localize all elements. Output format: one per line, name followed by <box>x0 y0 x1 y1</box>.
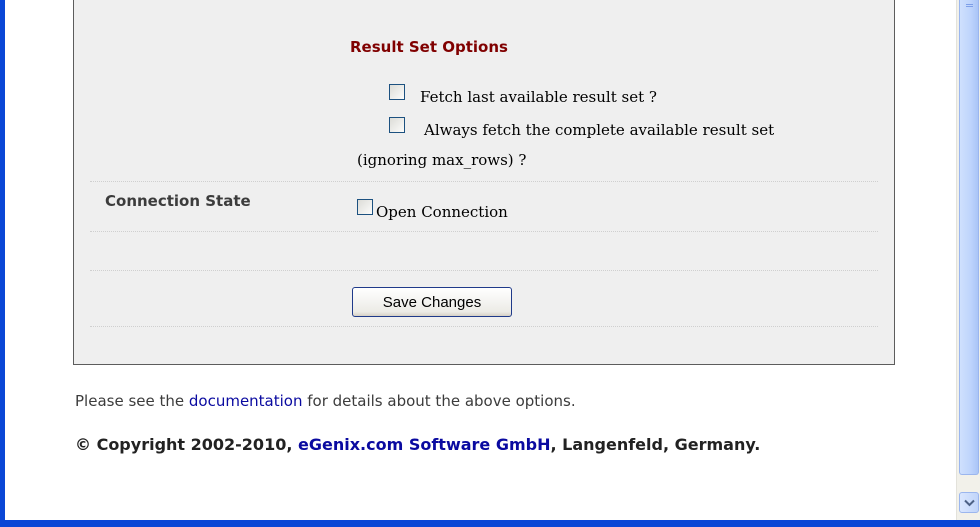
chevron-down-icon <box>964 499 975 507</box>
copyright-notice: © Copyright 2002-2010, eGenix.com Softwa… <box>75 435 865 455</box>
documentation-note: Please see the documentation for details… <box>75 392 576 410</box>
egenix-link[interactable]: eGenix.com Software GmbH <box>298 435 551 454</box>
fetch-last-label: Fetch last available result set ? <box>420 88 657 106</box>
fetch-last-checkbox[interactable] <box>389 84 405 100</box>
window-frame-bottom <box>0 520 980 527</box>
thumb-grip <box>966 4 973 5</box>
fetch-complete-checkbox[interactable] <box>389 117 405 133</box>
thumb-grip <box>966 6 973 7</box>
connection-state-label: Connection State <box>105 192 251 210</box>
copyright-text-before: © Copyright 2002-2010, <box>75 435 298 454</box>
row-separator <box>90 270 878 271</box>
open-connection-label: Open Connection <box>376 203 508 221</box>
note-text-before: Please see the <box>75 392 189 410</box>
result-set-options-title: Result Set Options <box>350 38 508 56</box>
fetch-complete-label-line1: Always fetch the complete available resu… <box>424 121 775 139</box>
open-connection-checkbox[interactable] <box>357 199 373 215</box>
copyright-text-after: , Langenfeld, Germany. <box>550 435 761 454</box>
vertical-scrollbar[interactable] <box>956 0 980 520</box>
documentation-link[interactable]: documentation <box>189 392 303 410</box>
scrollbar-thumb[interactable] <box>959 0 979 475</box>
save-changes-button[interactable]: Save Changes <box>352 287 512 317</box>
window-frame-left <box>0 0 5 527</box>
options-form-panel: Result Set Options Fetch last available … <box>73 0 895 365</box>
row-separator <box>90 231 878 232</box>
row-separator <box>90 326 878 327</box>
row-separator <box>90 181 878 182</box>
scroll-down-button[interactable] <box>959 492 979 513</box>
fetch-complete-label-line2: (ignoring max_rows) ? <box>357 151 527 169</box>
note-text-after: for details about the above options. <box>302 392 576 410</box>
